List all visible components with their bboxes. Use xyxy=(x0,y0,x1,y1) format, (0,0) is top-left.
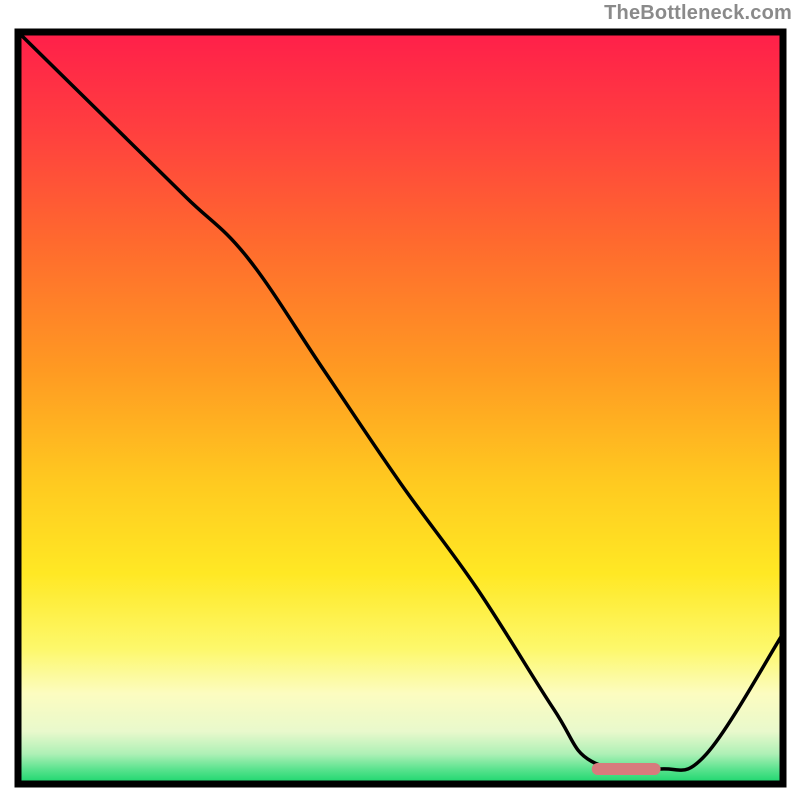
watermark-label: TheBottleneck.com xyxy=(604,2,792,25)
chart-stage: TheBottleneck.com xyxy=(0,0,800,800)
optimal-marker xyxy=(592,763,661,775)
bottleneck-chart xyxy=(14,28,787,788)
